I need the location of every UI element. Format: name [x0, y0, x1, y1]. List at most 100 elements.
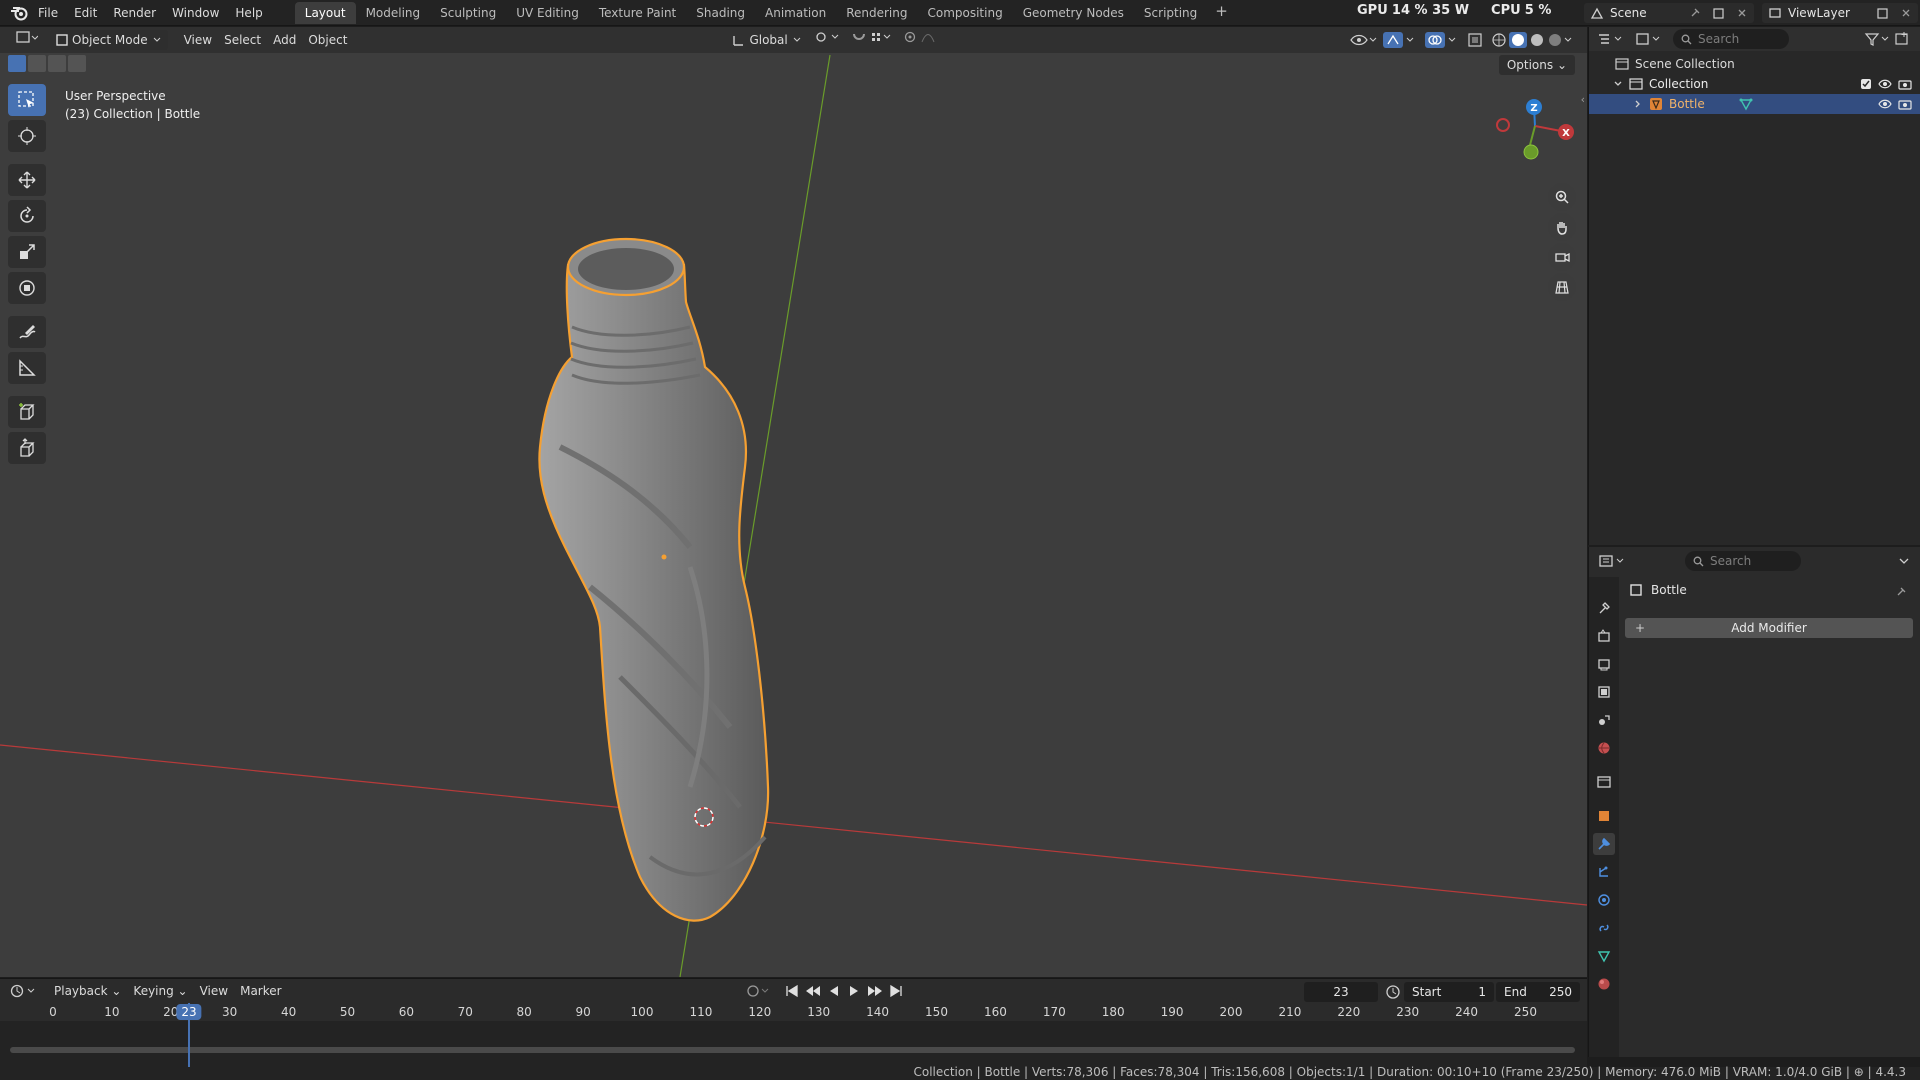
close-icon[interactable] — [1736, 7, 1748, 19]
extrude-tool[interactable] — [8, 432, 46, 464]
end-frame-field[interactable]: End 250 — [1496, 982, 1580, 1002]
editor-type-icon[interactable] — [1599, 554, 1629, 568]
play-icon[interactable] — [846, 984, 862, 998]
tab-compositing[interactable]: Compositing — [917, 2, 1012, 24]
next-keyframe-icon[interactable] — [866, 984, 884, 998]
camera-icon[interactable] — [1898, 98, 1912, 110]
rotate-tool[interactable] — [8, 200, 46, 232]
menu-file[interactable]: File — [30, 2, 66, 24]
zoom-icon[interactable] — [1548, 183, 1576, 211]
new-scene-icon[interactable] — [1712, 6, 1726, 20]
world-tab-icon[interactable] — [1593, 737, 1615, 759]
object-data-tab-icon[interactable] — [1593, 945, 1615, 967]
mesh-data-icon[interactable] — [1739, 97, 1753, 111]
move-tool[interactable] — [8, 164, 46, 196]
pin-icon[interactable] — [1894, 585, 1908, 599]
scene-tab-icon[interactable] — [1593, 709, 1615, 731]
select-invert-icon[interactable] — [68, 55, 86, 72]
xray-toggle-icon[interactable] — [1467, 32, 1485, 48]
modifiers-tab-icon[interactable] — [1593, 833, 1615, 855]
pivot-point-button[interactable] — [808, 30, 846, 50]
timeline-scrollbar[interactable] — [10, 1047, 1575, 1053]
view-layer-selector[interactable]: ViewLayer — [1762, 3, 1918, 23]
physics-tab-icon[interactable] — [1593, 889, 1615, 911]
overlays-toggle-icon[interactable] — [1425, 32, 1461, 48]
tab-modeling[interactable]: Modeling — [356, 2, 431, 24]
menu-view[interactable]: View — [178, 30, 218, 50]
menu-window[interactable]: Window — [164, 2, 227, 24]
display-mode-icon[interactable] — [1635, 32, 1665, 46]
navigation-gizmo[interactable]: Z X — [1496, 99, 1574, 160]
jump-end-icon[interactable] — [888, 984, 904, 998]
marker-menu[interactable]: Marker — [234, 981, 287, 1001]
current-frame-field[interactable]: 23 — [1304, 982, 1378, 1002]
camera-icon[interactable] — [1898, 78, 1912, 90]
proportional-editing-toggle[interactable] — [898, 30, 950, 50]
playback-menu[interactable]: Playback ⌄ — [48, 981, 127, 1001]
new-collection-icon[interactable] — [1894, 32, 1912, 46]
playhead-frame-badge[interactable]: 23 — [176, 1004, 202, 1020]
view-layer-tab-icon[interactable] — [1593, 681, 1615, 703]
transform-tool[interactable] — [8, 272, 46, 304]
tab-animation[interactable]: Animation — [755, 2, 836, 24]
select-box-tool[interactable] — [8, 84, 46, 116]
timeline-track-area[interactable] — [0, 1021, 1587, 1067]
visibility-icon[interactable] — [1349, 33, 1377, 47]
keying-menu[interactable]: Keying ⌄ — [127, 981, 193, 1001]
editor-type-icon[interactable] — [1597, 32, 1627, 46]
add-cube-tool[interactable] — [8, 396, 46, 428]
outliner-object-bottle[interactable]: Bottle — [1589, 94, 1920, 114]
select-subtract-icon[interactable] — [48, 55, 66, 72]
editor-type-button[interactable] — [10, 30, 44, 50]
tab-sculpting[interactable]: Sculpting — [430, 2, 506, 24]
tab-uv-editing[interactable]: UV Editing — [506, 2, 589, 24]
sidebar-toggle-icon[interactable]: ‹ — [1581, 93, 1585, 106]
tab-rendering[interactable]: Rendering — [836, 2, 917, 24]
measure-tool[interactable] — [8, 352, 46, 384]
blender-logo-icon[interactable] — [8, 2, 30, 24]
menu-edit[interactable]: Edit — [66, 2, 105, 24]
menu-help[interactable]: Help — [227, 2, 270, 24]
3d-viewport[interactable]: Z X Object Mode View Select Add Object G… — [0, 27, 1587, 977]
chevron-down-icon[interactable] — [1898, 556, 1910, 566]
particles-tab-icon[interactable] — [1593, 861, 1615, 883]
options-dropdown[interactable]: Options ⌄ — [1498, 55, 1575, 75]
scene-selector[interactable]: Scene — [1584, 3, 1754, 23]
bottle-object[interactable] — [538, 237, 770, 922]
outliner-search-input[interactable]: Search — [1673, 29, 1789, 49]
pan-hand-icon[interactable] — [1548, 213, 1576, 241]
output-tab-icon[interactable] — [1593, 653, 1615, 675]
material-tab-icon[interactable] — [1593, 973, 1615, 995]
tab-layout[interactable]: Layout — [294, 1, 356, 24]
tab-shading[interactable]: Shading — [686, 2, 755, 24]
menu-object[interactable]: Object — [302, 30, 353, 50]
clock-icon[interactable] — [1385, 984, 1401, 1000]
scale-tool[interactable] — [8, 236, 46, 268]
select-extend-icon[interactable] — [28, 55, 46, 72]
gizmo-y-icon[interactable] — [1523, 144, 1539, 160]
add-workspace-icon[interactable]: + — [1207, 2, 1236, 24]
tab-geometry-nodes[interactable]: Geometry Nodes — [1013, 2, 1134, 24]
editor-type-icon[interactable] — [10, 984, 40, 998]
tab-scripting[interactable]: Scripting — [1134, 2, 1207, 24]
eye-icon[interactable] — [1878, 99, 1892, 109]
shading-modes-icon[interactable] — [1491, 32, 1577, 48]
chevron-down-icon[interactable] — [1613, 79, 1623, 89]
viewport-scene[interactable]: Z X — [0, 27, 1587, 977]
object-tab-icon[interactable] — [1593, 805, 1615, 827]
menu-select[interactable]: Select — [218, 30, 267, 50]
menu-add[interactable]: Add — [267, 30, 302, 50]
eye-icon[interactable] — [1878, 79, 1892, 89]
add-modifier-button[interactable]: + Add Modifier — [1625, 618, 1913, 638]
snap-toggle[interactable] — [846, 30, 898, 50]
close-icon[interactable] — [1900, 7, 1912, 19]
pin-icon[interactable] — [1688, 6, 1702, 20]
render-tab-icon[interactable] — [1593, 625, 1615, 647]
annotate-tool[interactable] — [8, 316, 46, 348]
checkbox-icon[interactable] — [1860, 78, 1872, 90]
play-reverse-icon[interactable] — [826, 984, 842, 998]
gizmo-neg-x-icon[interactable] — [1496, 118, 1510, 132]
collection-tab-icon[interactable] — [1593, 771, 1615, 793]
perspective-toggle-icon[interactable] — [1548, 273, 1576, 301]
cursor-tool[interactable] — [8, 120, 46, 152]
